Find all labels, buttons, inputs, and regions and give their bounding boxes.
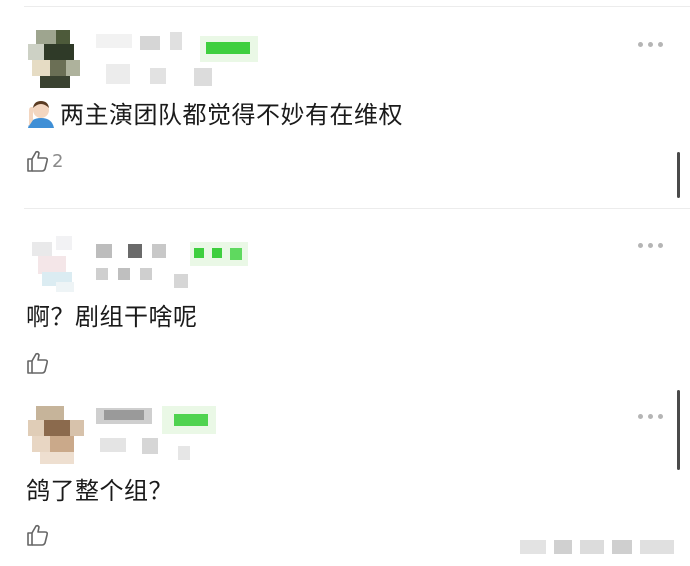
username-blurred[interactable] — [96, 32, 266, 88]
username-blurred[interactable] — [96, 406, 256, 462]
avatar[interactable] — [28, 406, 86, 464]
thumbs-up-icon — [27, 524, 49, 546]
more-options-button[interactable] — [638, 412, 664, 420]
avatar[interactable] — [28, 30, 86, 88]
comment-text: 啊？剧组干啥呢 — [26, 303, 198, 331]
avatar[interactable] — [28, 236, 86, 294]
comment-text-content: 两主演团队都觉得不妙有在维权 — [60, 101, 403, 129]
scrollbar[interactable] — [677, 390, 680, 470]
username-blurred[interactable] — [94, 240, 254, 288]
thumbs-up-icon — [27, 150, 49, 172]
comment-text: 鸽了整个组？ — [26, 477, 173, 505]
like-button[interactable]: 2 — [26, 148, 63, 174]
comment-divider — [24, 208, 690, 209]
more-options-button[interactable] — [638, 241, 664, 249]
thumbs-up-icon — [27, 352, 49, 374]
comment-text: 两主演团队都觉得不妙有在维权 — [26, 98, 403, 132]
person-emoji-icon — [28, 101, 54, 128]
scrollbar[interactable] — [677, 152, 680, 198]
like-button[interactable] — [26, 522, 52, 548]
watermark-blurred — [520, 536, 678, 558]
like-button[interactable] — [26, 350, 52, 376]
more-options-button[interactable] — [638, 40, 664, 48]
top-divider — [24, 6, 690, 7]
like-count: 2 — [52, 150, 64, 172]
